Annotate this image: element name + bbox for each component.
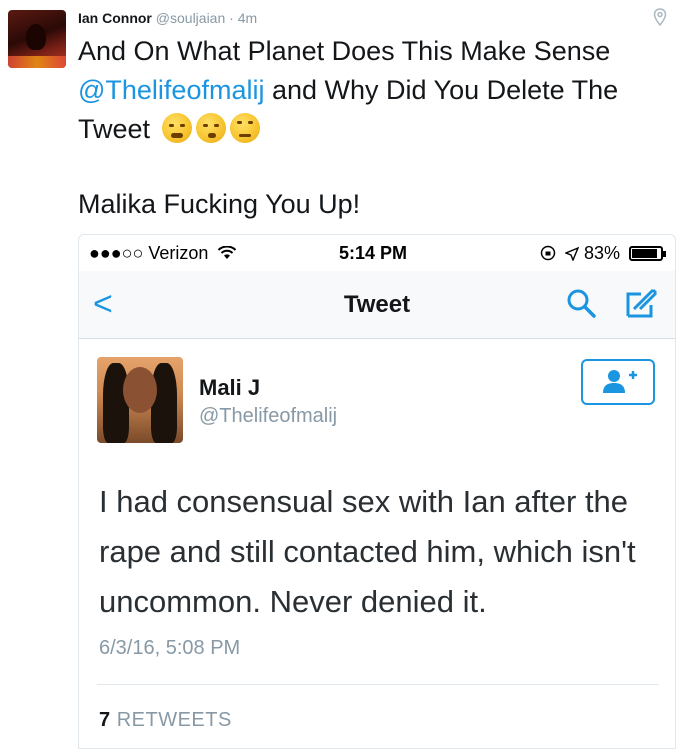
embedded-avatar[interactable] xyxy=(97,357,183,443)
avatar-glow xyxy=(8,56,66,68)
attached-screenshot[interactable]: ●●●○○ Verizon 5:14 PM 83% < Tweet Mali J… xyxy=(78,234,676,749)
carrier-label: ●●●○○ Verizon xyxy=(89,243,237,264)
search-icon[interactable] xyxy=(565,287,597,319)
thinking-face-icon xyxy=(195,113,226,143)
compose-icon[interactable] xyxy=(623,285,659,321)
avatar[interactable] xyxy=(8,10,66,68)
author-handle[interactable]: @souljaian xyxy=(156,10,225,26)
location-arrow-icon xyxy=(564,246,580,262)
embedded-tweet-text: I had consensual sex with Ian after the … xyxy=(99,484,636,619)
embedded-author-name[interactable]: Mali J xyxy=(199,375,260,401)
retweets-label: RETWEETS xyxy=(116,709,232,731)
retweets-stat[interactable]: 7 RETWEETS xyxy=(99,709,232,732)
embedded-tweet: Mali J @Thelifeofmalij I had consensual … xyxy=(79,339,675,748)
nav-bar: < Tweet xyxy=(79,271,675,339)
status-time: 5:14 PM xyxy=(339,243,408,263)
tweet-header: Ian Connor @souljaian · 4m xyxy=(78,10,257,26)
eye-roll-face-icon xyxy=(229,113,260,143)
battery-percent: 83% xyxy=(583,243,620,263)
tweet-text-part1: And On What Planet Does This Make Sense xyxy=(78,36,611,66)
tweet-time[interactable]: · 4m xyxy=(229,10,257,26)
embedded-author-handle[interactable]: @Thelifeofmalij xyxy=(199,405,337,428)
status-right: 83% xyxy=(540,243,666,264)
add-user-icon xyxy=(603,370,637,393)
divider xyxy=(97,684,659,685)
embedded-tweet-date: 6/3/16, 5:08 PM xyxy=(99,637,241,659)
rotation-lock-icon xyxy=(540,245,556,261)
status-bar: ●●●○○ Verizon 5:14 PM 83% xyxy=(79,235,675,271)
wifi-icon xyxy=(218,245,237,259)
tweet-text: And On What Planet Does This Make Sense … xyxy=(78,32,678,224)
location-pin-icon xyxy=(653,8,667,26)
follow-button[interactable] xyxy=(581,359,655,405)
tweet-text-line2: Malika Fucking You Up! xyxy=(78,189,361,219)
battery-icon xyxy=(629,246,666,261)
mention-link[interactable]: @Thelifeofmalij xyxy=(78,75,264,105)
weary-face-icon xyxy=(161,113,192,143)
author-name[interactable]: Ian Connor xyxy=(78,10,152,26)
avatar-figure xyxy=(26,24,46,50)
retweets-count: 7 xyxy=(99,709,111,731)
